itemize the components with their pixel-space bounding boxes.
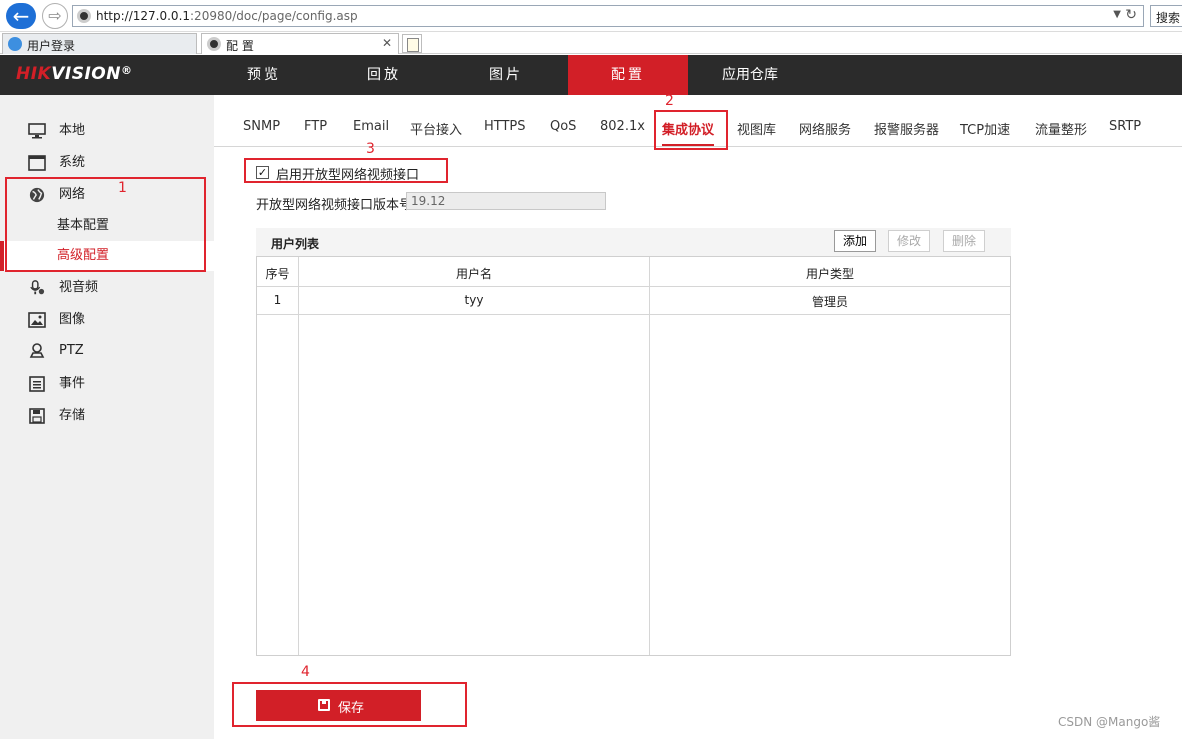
sidebar-item-label: 存储 — [59, 408, 86, 423]
column-header-user-type: 用户类型 — [805, 267, 854, 281]
tab-ftp[interactable]: FTP — [304, 119, 327, 134]
forward-button[interactable]: ⇨ — [42, 3, 68, 29]
tab-snmp[interactable]: SNMP — [243, 119, 280, 134]
back-button[interactable]: ← — [6, 3, 36, 29]
search-box[interactable]: 搜索 — [1150, 5, 1182, 27]
arrow-right-icon: ⇨ — [48, 6, 62, 25]
monitor-icon — [28, 123, 46, 139]
sidebar-item-storage[interactable]: 存储 — [0, 401, 214, 431]
tab-label: 用户登录 — [27, 39, 76, 53]
column-divider — [298, 257, 299, 655]
url-text: http://127.0.0.1:20980/doc/page/config.a… — [96, 9, 358, 23]
camera-icon — [207, 37, 221, 51]
tab-alarm-server[interactable]: 报警服务器 — [874, 119, 939, 138]
user-list-title: 用户列表 — [271, 237, 320, 251]
tab-8021x[interactable]: 802.1x — [600, 119, 645, 134]
add-user-button[interactable]: 添加 — [834, 230, 877, 252]
tab-view-library[interactable]: 视图库 — [737, 119, 776, 138]
url-input[interactable]: http://127.0.0.1:20980/doc/page/config.a… — [72, 5, 1144, 27]
cell-user-type: 管理员 — [811, 295, 848, 309]
tab-qos[interactable]: QoS — [550, 119, 576, 134]
edit-user-button[interactable]: 修改 — [888, 230, 931, 252]
nav-picture[interactable]: 图片 — [446, 55, 566, 95]
tab-https[interactable]: HTTPS — [484, 119, 526, 134]
onvif-version-label: 开放型网络视频接口版本号 — [256, 198, 413, 213]
browser-tab-config[interactable]: 配 置 ✕ — [201, 33, 399, 54]
annotation-number-2: 2 — [665, 93, 674, 109]
sidebar-item-system[interactable]: 系统 — [0, 148, 214, 178]
tab-network-service[interactable]: 网络服务 — [799, 119, 851, 138]
annotation-box-4 — [232, 682, 467, 727]
app-header: HIKVISION® 预览 回放 图片 配置 应用仓库 — [0, 55, 1182, 95]
annotation-box-2 — [654, 110, 728, 150]
new-tab-button[interactable] — [402, 34, 422, 53]
tab-tcp-acceleration[interactable]: TCP加速 — [960, 119, 1010, 138]
browser-address-bar: ← ⇨ http://127.0.0.1:20980/doc/page/conf… — [0, 0, 1182, 32]
microphone-icon — [30, 280, 45, 295]
annotation-box-1 — [5, 177, 206, 272]
sidebar-item-image[interactable]: 图像 — [0, 305, 214, 335]
refresh-icon[interactable]: ↻ — [1125, 7, 1137, 23]
url-dropdown-icon[interactable]: ▼ — [1113, 9, 1121, 20]
hikvision-logo: HIKVISION® — [16, 64, 133, 84]
ptz-icon — [29, 343, 45, 358]
sidebar-item-label: 图像 — [59, 312, 86, 327]
nav-playback[interactable]: 回放 — [324, 55, 444, 95]
column-divider — [649, 257, 650, 655]
image-icon — [28, 312, 46, 328]
sidebar-item-event[interactable]: 事件 — [0, 369, 214, 399]
browser-tab-login[interactable]: 用户登录 — [2, 33, 197, 54]
site-favicon-icon — [77, 9, 91, 23]
row-divider — [257, 286, 1010, 287]
tab-traffic-shaping[interactable]: 流量整形 — [1035, 119, 1087, 138]
annotation-box-3 — [244, 158, 448, 183]
event-list-icon — [29, 376, 45, 392]
arrow-left-icon: ← — [12, 4, 30, 28]
tab-email[interactable]: Email — [353, 119, 389, 134]
column-header-index: 序号 — [265, 267, 290, 281]
sidebar-item-label: 视音频 — [59, 280, 99, 295]
annotation-number-4: 4 — [301, 664, 310, 680]
sidebar-item-label: 本地 — [59, 123, 86, 138]
sidebar-item-label: 事件 — [59, 376, 86, 391]
annotation-number-1: 1 — [118, 180, 127, 196]
browser-tab-strip: 用户登录 配 置 ✕ — [0, 32, 1182, 54]
tab-platform-access[interactable]: 平台接入 — [410, 119, 462, 138]
delete-user-button[interactable]: 删除 — [943, 230, 986, 252]
nav-app-store[interactable]: 应用仓库 — [690, 55, 810, 95]
cell-username: tyy — [464, 293, 484, 307]
storage-icon — [29, 408, 45, 424]
row-divider — [257, 314, 1010, 315]
column-header-username: 用户名 — [455, 267, 492, 281]
nav-preview[interactable]: 预览 — [204, 55, 324, 95]
nav-config[interactable]: 配置 — [568, 55, 688, 95]
window-icon — [28, 155, 46, 171]
sidebar-item-ptz[interactable]: PTZ — [0, 336, 214, 366]
user-table: 序号 用户名 用户类型 1 tyy 管理员 — [256, 256, 1011, 656]
ie-icon — [8, 37, 22, 51]
close-icon[interactable]: ✕ — [382, 36, 392, 50]
tab-label: 配 置 — [226, 39, 254, 53]
tab-srtp[interactable]: SRTP — [1109, 119, 1141, 134]
csdn-watermark: CSDN @Mango酱 — [1058, 715, 1161, 729]
user-list-header: 用户列表 添加 修改 删除 — [256, 228, 1011, 256]
annotation-number-3: 3 — [366, 141, 375, 157]
sidebar-item-video-audio[interactable]: 视音频 — [0, 273, 214, 303]
sidebar-item-label: PTZ — [59, 343, 84, 358]
cell-index: 1 — [273, 293, 282, 307]
sidebar-item-label: 系统 — [59, 155, 86, 170]
onvif-version-field — [406, 192, 606, 210]
sidebar-item-local[interactable]: 本地 — [0, 116, 214, 146]
